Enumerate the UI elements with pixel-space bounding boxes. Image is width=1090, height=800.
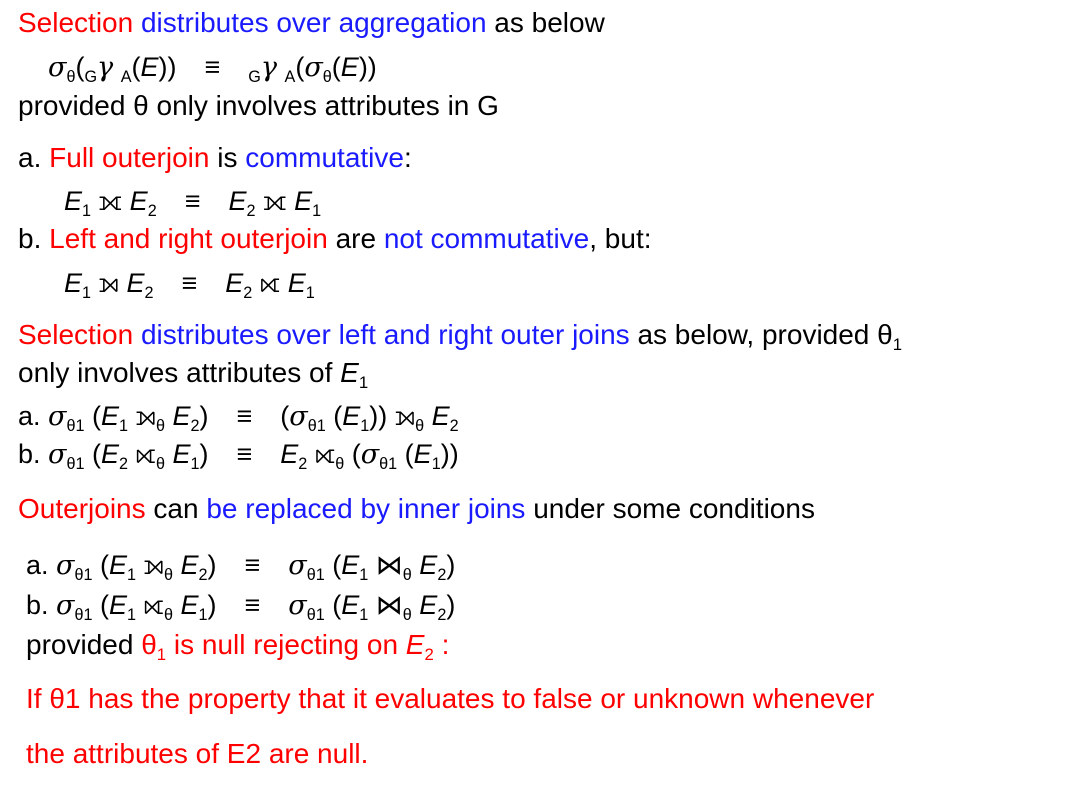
- left-right-outerjoin-not-commutative: b. Left and right outerjoin are not comm…: [18, 223, 652, 254]
- selection-outerjoin-heading: Selection distributes over left and righ…: [18, 319, 903, 354]
- aggregation-equivalence-formula: σθ(Gγ A(E)) ≡ Gγ A(σθ(E)): [48, 52, 377, 86]
- left-outerjoin-symbol: ⟕: [98, 268, 119, 299]
- full-outerjoin-formula: E1 ⟗ E2 ≡ E2 ⟗ E1: [64, 186, 322, 220]
- null-rejecting-definition-line-2: the attributes of E2 are null.: [26, 738, 369, 769]
- outerjoin-replacement-heading: Outerjoins can be replaced by inner join…: [18, 493, 815, 524]
- selection-left-outerjoin-formula: a. σθ1 (E1 ⟕θ E2) ≡ (σθ1 (E1)) ⟕θ E2: [18, 401, 459, 435]
- null-rejecting-proviso: provided θ1 is null rejecting on E2 :: [26, 629, 450, 664]
- inner-join-symbol: ⋈: [375, 550, 403, 581]
- right-outerjoin-to-inner-formula: b. σθ1 (E1 ⟖θ E1) ≡ σθ1 (E1 ⋈θ E2): [26, 590, 456, 624]
- selection-right-outerjoin-formula: b. σθ1 (E2 ⟖θ E1) ≡ E2 ⟖θ (σθ1 (E1)): [18, 439, 459, 473]
- left-right-outerjoin-formula: E1 ⟕ E2 ≡ E2 ⟖ E1: [64, 268, 315, 302]
- full-outerjoin-symbol: ⟗: [98, 186, 123, 217]
- right-outerjoin-symbol: ⟖: [259, 268, 281, 299]
- aggregation-proviso: provided θ only involves attributes in G: [18, 90, 499, 121]
- selection-aggregation-heading: Selection distributes over aggregation a…: [18, 7, 605, 38]
- selection-outerjoin-proviso: only involves attributes of E1: [18, 357, 369, 392]
- left-outerjoin-to-inner-formula: a. σθ1 (E1 ⟕θ E2) ≡ σθ1 (E1 ⋈θ E2): [26, 550, 456, 584]
- full-outerjoin-commutative: a. Full outerjoin is commutative:: [18, 142, 412, 173]
- null-rejecting-definition-line-1: If θ1 has the property that it evaluates…: [26, 683, 875, 714]
